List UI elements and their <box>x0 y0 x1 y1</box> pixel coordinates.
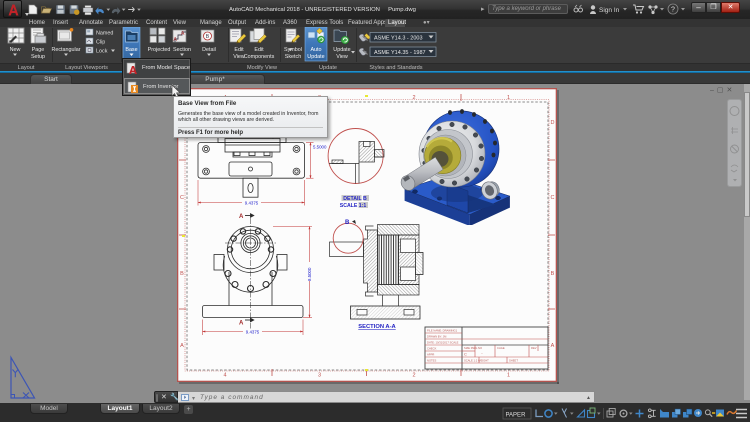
svg-text:ASME Y14.3 - 2003: ASME Y14.3 - 2003 <box>374 36 423 42</box>
svg-text:DETAIL B: DETAIL B <box>343 196 367 202</box>
svg-text:9.4375: 9.4375 <box>246 330 260 335</box>
svg-text:CHECK: CHECK <box>427 347 437 351</box>
svg-text:Auto: Auto <box>310 47 321 53</box>
svg-text:SIZE DWG NO: SIZE DWG NO <box>464 346 482 350</box>
svg-text:Setup: Setup <box>31 54 45 60</box>
svg-text:C: C <box>180 195 184 201</box>
svg-text:C: C <box>464 352 467 357</box>
svg-text:Lock: Lock <box>96 49 108 55</box>
svg-text:5.5000: 5.5000 <box>313 145 327 150</box>
svg-text:B: B <box>345 220 350 226</box>
svg-text:9.4375: 9.4375 <box>245 201 259 206</box>
svg-text:View: View <box>336 54 348 60</box>
svg-text:SECTION A-A: SECTION A-A <box>358 324 396 330</box>
svg-text:REV: REV <box>531 346 537 350</box>
svg-text:PAPER: PAPER <box>506 413 527 419</box>
svg-text:8.5000: 8.5000 <box>307 267 312 281</box>
svg-text:Update: Update <box>333 47 350 53</box>
svg-text:DATE: 10/31/2017 SCALE: DATE: 10/31/2017 SCALE <box>427 341 459 345</box>
svg-text:A: A <box>180 343 184 349</box>
svg-text:Projected: Projected <box>148 47 171 53</box>
svg-text:Sign In: Sign In <box>599 7 620 14</box>
svg-text:Base: Base <box>125 47 137 53</box>
svg-text:A: A <box>239 321 244 327</box>
svg-text:Components: Components <box>244 54 275 60</box>
svg-text:NOTES: NOTES <box>427 359 436 363</box>
svg-text:DRAWN BY: JM: DRAWN BY: JM <box>427 335 447 339</box>
svg-text:Edit: Edit <box>234 47 244 53</box>
svg-text:Section: Section <box>173 47 191 53</box>
svg-text:--: -- <box>481 352 483 355</box>
svg-text:A: A <box>551 343 555 349</box>
svg-text:4: 4 <box>223 373 226 379</box>
svg-text:C: C <box>551 195 555 201</box>
svg-text:SCALE 1:2 WEIGHT: SCALE 1:2 WEIGHT <box>464 359 489 363</box>
svg-text:Clip: Clip <box>96 40 105 46</box>
svg-text:B: B <box>180 271 184 277</box>
svg-text:Detail: Detail <box>202 47 216 53</box>
svg-text:A: A <box>239 214 244 220</box>
svg-text:Sketch: Sketch <box>285 54 301 60</box>
svg-text:?: ? <box>671 7 675 14</box>
svg-text:Symbol: Symbol <box>284 47 302 53</box>
svg-text:D: D <box>551 120 555 126</box>
svg-text:Edit: Edit <box>254 47 264 53</box>
svg-text:3: 3 <box>318 373 321 379</box>
svg-text:Rectangular: Rectangular <box>51 47 80 53</box>
svg-text:SCALE 1:1: SCALE 1:1 <box>340 203 367 209</box>
svg-text:CAGE: CAGE <box>497 346 505 350</box>
svg-text:ASME Y14.35 - 1987: ASME Y14.35 - 1987 <box>374 50 426 56</box>
svg-text:New: New <box>10 47 21 53</box>
svg-text:Update: Update <box>307 54 324 60</box>
svg-text:SHEET: SHEET <box>509 359 518 363</box>
svg-text:Named: Named <box>96 31 113 37</box>
svg-text:2: 2 <box>412 373 415 379</box>
svg-text:1: 1 <box>507 373 510 379</box>
svg-text:Page: Page <box>32 47 45 53</box>
svg-text:FILE NAME: DRAWING1: FILE NAME: DRAWING1 <box>427 329 458 333</box>
svg-text:APPR: APPR <box>427 353 434 357</box>
svg-text:B: B <box>551 271 555 277</box>
